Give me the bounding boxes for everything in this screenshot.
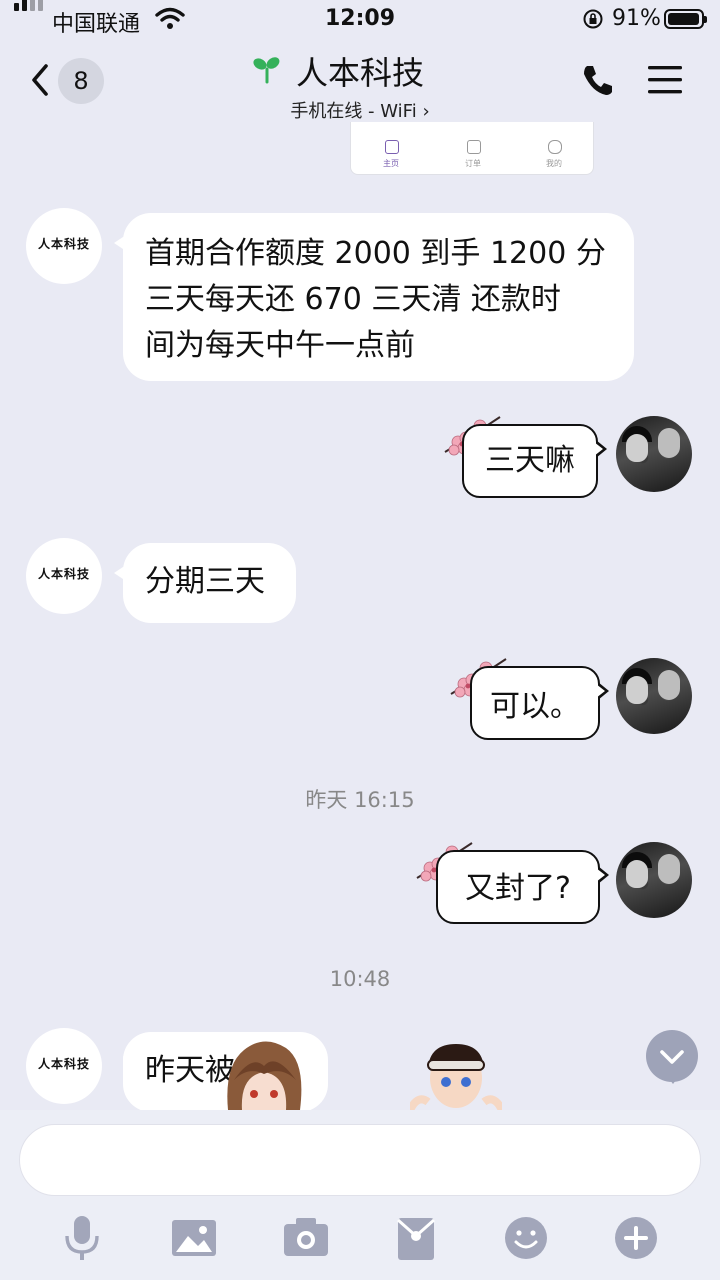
chevron-right-icon: › [422,101,430,122]
status-bar: 中国联通 12:09 91% [0,0,720,40]
online-status-text: 手机在线 - WiFi [290,101,417,122]
timestamp: 10:48 [329,967,391,991]
home-icon [385,140,399,154]
message-line: 间为每天中午一点前 [145,328,415,363]
battery-percent: 91% [612,6,661,31]
avatar-logo-text: 人本科技 [37,237,90,251]
message-bubble[interactable]: 三天嘛 [462,424,607,498]
shared-screenshot[interactable]: 主页 订单 我的 [350,122,594,175]
avatar[interactable] [616,842,692,918]
message-bubble[interactable]: 可以。 [470,666,609,740]
avatar[interactable] [616,416,692,492]
message-text: 又封了? [465,871,571,906]
avatar[interactable]: 人本科技 [26,208,102,284]
chat-title[interactable]: 人本科技 [296,48,424,94]
avatar[interactable] [616,658,692,734]
phone-icon[interactable] [580,62,616,98]
scroll-to-bottom-button[interactable] [646,1030,698,1084]
message-bubble[interactable]: 又封了? [436,850,609,924]
chevron-down-icon [660,1050,684,1064]
back-chevron-icon[interactable] [26,60,56,100]
message-bubble[interactable]: 分期三天 [114,543,296,623]
red-packet-icon[interactable] [390,1212,442,1264]
microphone-icon[interactable] [56,1212,108,1264]
embed-tab-orders: 订单 [465,159,481,168]
chat-header: 8 人本科技 手机在线 - WiFi › [0,40,720,122]
message-text: 三天嘛 [485,443,575,478]
cartoon-boy-sticker [410,1044,502,1110]
avatar[interactable]: 人本科技 [26,538,102,614]
order-icon [467,140,481,154]
menu-icon[interactable] [648,64,684,96]
image-icon[interactable] [168,1212,220,1264]
sprout-icon [253,57,280,84]
message-text: 可以。 [490,689,580,724]
battery-icon [664,9,707,29]
anime-character-sticker [227,1041,302,1110]
message-input[interactable] [19,1124,701,1196]
message-line: 三天每天还 670 三天清 还款时 [145,282,561,317]
message-bubble[interactable]: 首期合作额度 2000 到手 1200 分 三天每天还 670 三天清 还款时 … [114,213,634,381]
embed-tab-me: 我的 [546,159,562,168]
avatar[interactable]: 人本科技 [26,1028,102,1104]
message-text: 分期三天 [145,564,265,599]
avatar-logo-text: 人本科技 [37,1057,90,1071]
camera-icon[interactable] [280,1212,332,1264]
add-icon[interactable] [610,1212,662,1264]
rotation-lock-icon [583,9,603,29]
timestamp: 昨天 16:15 [305,788,415,812]
message-line: 首期合作额度 2000 到手 1200 分 [145,236,606,271]
profile-icon [548,140,562,154]
avatar-logo-text: 人本科技 [37,567,90,581]
emoji-icon[interactable] [500,1212,552,1264]
online-status[interactable]: 手机在线 - WiFi › [0,97,720,123]
embed-tab-home: 主页 [383,159,399,168]
